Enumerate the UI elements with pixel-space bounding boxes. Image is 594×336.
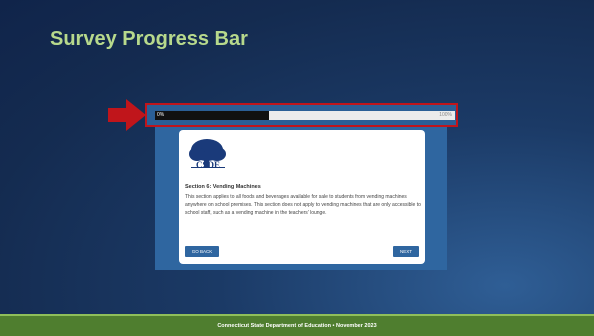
progress-bar: 0% 100% — [155, 111, 455, 120]
survey-screen: CSDE Section 6: Vending Machines This se… — [155, 127, 447, 270]
section-title: Section 6: Vending Machines — [185, 184, 261, 190]
progress-start-label: 0% — [157, 112, 165, 118]
section-description: This section applies to all foods and be… — [185, 194, 421, 216]
progress-highlight-frame: 0% 100% — [145, 103, 458, 127]
progress-end-label: 100% — [439, 112, 452, 118]
red-arrow-icon — [108, 99, 146, 131]
csde-tree-logo — [189, 139, 226, 168]
progress-fill — [155, 111, 269, 120]
next-button[interactable]: NEXT — [393, 246, 419, 257]
footer: Connecticut State Department of Educatio… — [0, 316, 594, 336]
go-back-button[interactable]: GO BACK — [185, 246, 219, 257]
slide-title: Survey Progress Bar — [50, 28, 248, 50]
survey-card: CSDE Section 6: Vending Machines This se… — [179, 130, 425, 264]
logo-text: CSDE — [196, 160, 221, 170]
